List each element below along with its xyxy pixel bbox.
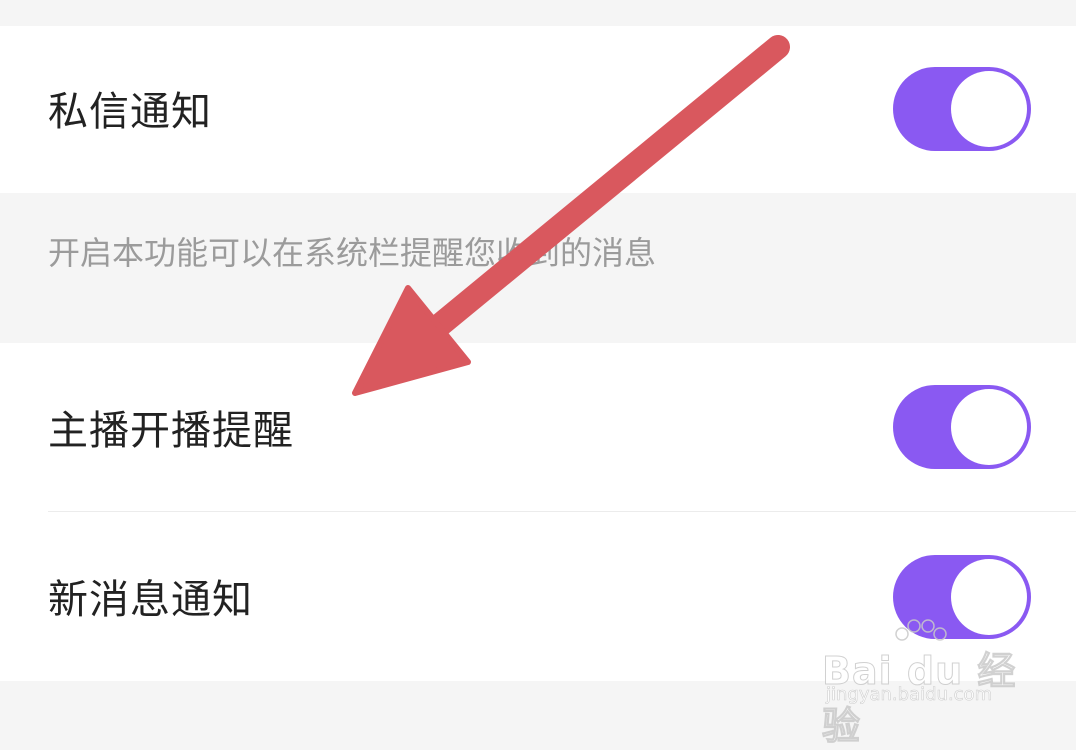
- top-band: [0, 0, 1076, 26]
- toggle-knob: [951, 389, 1027, 465]
- private-message-label: 私信通知: [48, 89, 212, 135]
- baidu-jingyan-watermark: Bai du 经验 jingyan.baidu.com: [822, 618, 1042, 749]
- streamer-live-reminder-label: 主播开播提醒: [48, 408, 294, 454]
- new-message-label: 新消息通知: [48, 577, 253, 623]
- toggle-knob: [951, 71, 1027, 147]
- notification-hint-text: 开启本功能可以在系统栏提醒您收到的消息: [48, 234, 657, 272]
- private-message-toggle[interactable]: [893, 67, 1031, 151]
- watermark-url: jingyan.baidu.com: [826, 684, 993, 706]
- row-divider: [48, 511, 1076, 512]
- streamer-live-reminder-toggle[interactable]: [893, 385, 1031, 469]
